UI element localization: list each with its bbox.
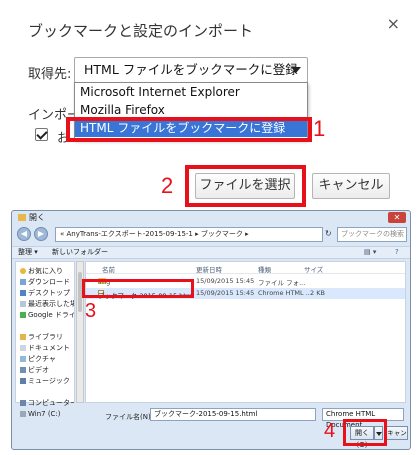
nav-item-desktop[interactable]: デスクトップ xyxy=(16,288,74,299)
source-select[interactable]: HTML ファイルをブックマークに登録 xyxy=(74,57,308,83)
computer-icon xyxy=(20,400,26,406)
nav-item-google-drive[interactable]: Google ドライ xyxy=(16,310,74,321)
new-folder-button[interactable]: 新しいフォルダー xyxy=(52,247,108,258)
file-type: Chrome HTML ... xyxy=(258,289,312,297)
column-date[interactable]: 更新日時 xyxy=(196,264,222,274)
file-open-dialog: 開く ✕ ◀ ▶ « AnyTrans-エクスポート-2015-09-15-1 … xyxy=(11,210,411,450)
highlight-box-1 xyxy=(66,117,312,142)
highlight-box-3 xyxy=(82,279,194,298)
close-icon[interactable]: × xyxy=(387,14,400,33)
nav-item-videos[interactable]: ビデオ xyxy=(16,365,74,376)
library-icon xyxy=(20,334,26,340)
video-icon xyxy=(20,367,26,373)
folder-icon xyxy=(18,214,26,221)
column-name[interactable]: 名前 xyxy=(102,264,115,274)
source-select-value: HTML ファイルをブックマークに登録 xyxy=(84,62,298,77)
address-bar[interactable]: « AnyTrans-エクスポート-2015-09-15-1 ▸ ブックマーク … xyxy=(55,227,323,242)
nav-item-favorites[interactable]: お気に入り xyxy=(16,266,74,277)
close-icon[interactable]: ✕ xyxy=(388,212,406,223)
navigation-bar: ◀ ▶ « AnyTrans-エクスポート-2015-09-15-1 ▸ ブック… xyxy=(15,227,407,243)
nav-item-music[interactable]: ミュージック xyxy=(16,376,74,387)
annotation-number-4: 4 xyxy=(324,420,336,442)
file-size: 2 KB xyxy=(310,289,325,297)
nav-item-downloads[interactable]: ダウンロード xyxy=(16,277,74,288)
nav-item-computer[interactable]: コンピューター xyxy=(16,398,74,409)
annotation-number-3: 3 xyxy=(85,300,97,322)
file-date: 15/09/2015 15:45 xyxy=(196,289,255,297)
drive-icon xyxy=(20,312,26,318)
view-options-icon[interactable]: ▤ ▾ xyxy=(364,247,376,258)
file-cancel-button[interactable]: キャンセル xyxy=(386,426,408,440)
nav-item-libraries[interactable]: ライブラリ xyxy=(16,332,74,343)
recent-icon xyxy=(20,301,26,307)
help-icon[interactable]: ? xyxy=(395,247,399,258)
search-input[interactable]: ブックマークの検索 xyxy=(337,227,407,242)
nav-item-pictures[interactable]: ピクチャ xyxy=(16,354,74,365)
nav-item-recent[interactable]: 最近表示した場 xyxy=(16,299,74,310)
cancel-button[interactable]: キャンセル xyxy=(312,173,390,199)
column-size[interactable]: サイズ xyxy=(304,264,323,274)
organize-menu[interactable]: 整理 ▾ xyxy=(18,247,38,258)
picture-icon xyxy=(20,356,26,362)
file-type: ファイル フォ... xyxy=(258,279,306,287)
nav-item-drive-c[interactable]: Win7 (C:) xyxy=(16,409,74,420)
hard-drive-icon xyxy=(20,411,26,417)
navigation-pane: お気に入り ダウンロード デスクトップ 最近表示した場 Google ドライ ラ… xyxy=(15,261,75,418)
forward-arrow-icon[interactable]: ▶ xyxy=(34,227,48,241)
filename-label: ファイル名(N): xyxy=(105,413,154,421)
document-icon xyxy=(20,345,26,351)
source-label: 取得先: xyxy=(28,67,72,82)
star-icon xyxy=(20,268,26,274)
music-icon xyxy=(20,378,26,384)
annotation-number-1: 1 xyxy=(313,116,326,141)
highlight-box-4 xyxy=(343,419,387,446)
file-dialog-title-text: 開く xyxy=(29,213,45,222)
desktop-icon xyxy=(20,290,26,296)
file-toolbar: 整理 ▾ 新しいフォルダー ▤ ▾ ? xyxy=(12,246,410,259)
back-arrow-icon[interactable]: ◀ xyxy=(17,227,31,241)
highlight-box-2 xyxy=(185,165,306,207)
caret-down-icon xyxy=(291,67,301,73)
nav-spacer-2 xyxy=(16,387,74,398)
filename-input[interactable]: ブックマーク-2015-09-15.html xyxy=(150,408,316,421)
nav-item-documents[interactable]: ドキュメント xyxy=(16,343,74,354)
dialog-title: ブックマークと設定のインポート xyxy=(28,22,254,40)
file-date: 15/09/2015 15:45 xyxy=(196,277,255,285)
import-checkbox[interactable] xyxy=(35,128,48,141)
option-internet-explorer[interactable]: Microsoft Internet Explorer xyxy=(75,83,307,101)
file-dialog-title: 開く xyxy=(18,212,45,223)
download-icon xyxy=(20,279,26,285)
annotation-number-2: 2 xyxy=(161,173,174,198)
column-type[interactable]: 種類 xyxy=(258,264,271,274)
refresh-icon[interactable]: ↻ xyxy=(325,229,332,238)
import-dialog: ブックマークと設定のインポート × 取得先: HTML ファイルをブックマークに… xyxy=(0,0,420,207)
file-list-header: 名前 更新日時 種類 サイズ xyxy=(86,262,405,274)
